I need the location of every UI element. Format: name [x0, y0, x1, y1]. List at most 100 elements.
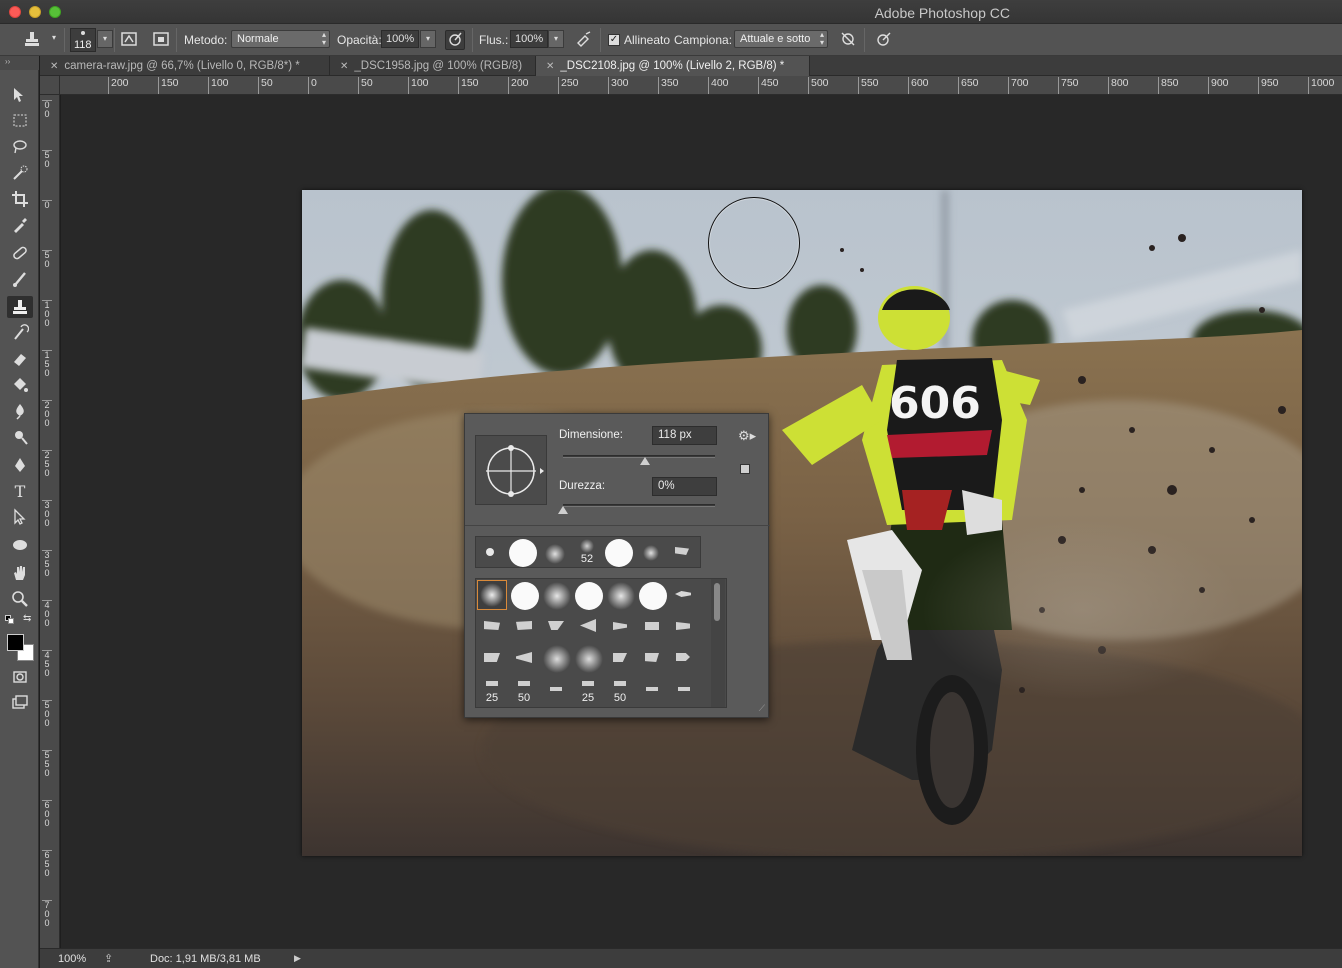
- brush-tip[interactable]: [676, 653, 690, 661]
- brush-tip[interactable]: [605, 539, 633, 567]
- brush-preset-dropdown[interactable]: ▾: [97, 30, 113, 48]
- brush-tip[interactable]: [675, 591, 691, 597]
- crop-tool-icon[interactable]: [7, 188, 33, 210]
- document-image[interactable]: 606: [302, 190, 1302, 856]
- brush-tip[interactable]: [607, 582, 635, 610]
- brush-tip[interactable]: [645, 622, 659, 630]
- path-selection-tool-icon[interactable]: [7, 506, 33, 528]
- campiona-select[interactable]: Attuale e sotto ▴ ▾: [734, 30, 828, 48]
- brush-tip[interactable]: [582, 681, 594, 686]
- brush-tip[interactable]: [484, 653, 500, 662]
- ellipse-tool-icon[interactable]: [7, 534, 33, 556]
- toggle-brush-panel-icon[interactable]: [119, 30, 139, 50]
- brush-tip[interactable]: [518, 681, 530, 686]
- horizontal-ruler[interactable]: 200 150 100 50 0 50 100 150 200 250 300 350 400 450 50…: [60, 76, 1342, 95]
- clone-stamp-tool-icon[interactable]: [7, 296, 33, 318]
- share-icon[interactable]: ⇪: [104, 952, 113, 965]
- brush-tip[interactable]: [613, 653, 627, 662]
- brush-tip[interactable]: [614, 681, 626, 686]
- brush-tip[interactable]: [486, 548, 494, 556]
- pressure-opacity-icon[interactable]: [445, 30, 465, 50]
- brush-tip[interactable]: [580, 539, 594, 553]
- size-slider-thumb[interactable]: [640, 457, 651, 465]
- flusso-slider-button[interactable]: ▾: [548, 30, 564, 48]
- gear-icon[interactable]: ⚙▸: [738, 428, 756, 444]
- foreground-color-swatch[interactable]: [7, 634, 24, 651]
- pen-tool-icon[interactable]: [7, 454, 33, 476]
- hand-tool-icon[interactable]: [7, 562, 33, 584]
- brush-tip[interactable]: [516, 621, 532, 630]
- history-brush-tool-icon[interactable]: [7, 322, 33, 344]
- brush-tip[interactable]: [645, 653, 659, 662]
- tool-preset-dropdown[interactable]: ▾: [46, 30, 62, 48]
- document-size[interactable]: Doc: 1,91 MB/3,81 MB: [150, 953, 261, 965]
- zoom-tool-icon[interactable]: [7, 588, 33, 610]
- screen-mode-icon[interactable]: [7, 692, 33, 714]
- size-field[interactable]: 118 px: [652, 426, 717, 445]
- opacita-slider-button[interactable]: ▾: [420, 30, 436, 48]
- scrollbar-thumb[interactable]: [714, 583, 720, 621]
- brush-tool-icon[interactable]: [7, 268, 33, 290]
- brush-tip[interactable]: [486, 681, 498, 686]
- brush-tip[interactable]: [545, 544, 565, 564]
- close-icon[interactable]: ✕: [340, 61, 348, 72]
- dodge-tool-icon[interactable]: [7, 426, 33, 448]
- brush-tip[interactable]: [639, 582, 667, 610]
- ignore-adjustment-layers-icon[interactable]: [838, 30, 858, 50]
- brush-tip[interactable]: [516, 652, 532, 663]
- size-slider-track[interactable]: [563, 455, 715, 458]
- metodo-select[interactable]: Normale ▴ ▾: [231, 30, 330, 48]
- brush-tip[interactable]: [548, 621, 564, 630]
- new-preset-icon[interactable]: [740, 464, 750, 474]
- brush-angle-preview[interactable]: [475, 435, 547, 505]
- healing-brush-tool-icon[interactable]: [7, 242, 33, 264]
- flusso-field[interactable]: 100%: [510, 30, 548, 48]
- hardness-slider-thumb[interactable]: [558, 506, 568, 514]
- eraser-tool-icon[interactable]: [7, 348, 33, 370]
- tab-dsc2108[interactable]: ✕ _DSC2108.jpg @ 100% (Livello 2, RGB/8) …: [536, 56, 810, 76]
- brush-tip[interactable]: [543, 645, 571, 673]
- brush-tip[interactable]: [643, 545, 659, 561]
- resize-grip-icon[interactable]: ⟋: [759, 703, 765, 714]
- quick-selection-tool-icon[interactable]: [7, 162, 33, 184]
- toggle-clone-source-panel-icon[interactable]: [151, 30, 171, 50]
- brush-tip[interactable]: [676, 622, 690, 630]
- window-close-button[interactable]: [9, 6, 21, 18]
- vertical-ruler[interactable]: 0050050100150200250300350400450500550600…: [40, 95, 60, 948]
- close-icon[interactable]: ✕: [546, 61, 554, 72]
- type-tool-icon[interactable]: T: [7, 480, 33, 502]
- tab-dsc1958[interactable]: ✕ _DSC1958.jpg @ 100% (RGB/8): [330, 56, 536, 76]
- zoom-level[interactable]: 100%: [58, 953, 86, 965]
- airbrush-icon[interactable]: [574, 30, 594, 50]
- clone-stamp-tool-preset-icon[interactable]: [22, 30, 42, 50]
- lasso-tool-icon[interactable]: [7, 136, 33, 158]
- eyedropper-tool-icon[interactable]: [7, 214, 33, 236]
- window-minimize-button[interactable]: [29, 6, 41, 18]
- hardness-slider-track[interactable]: [563, 504, 715, 507]
- move-tool-icon[interactable]: [7, 84, 33, 106]
- pressure-size-icon[interactable]: [874, 30, 894, 50]
- window-maximize-button[interactable]: [49, 6, 61, 18]
- paint-bucket-tool-icon[interactable]: [7, 374, 33, 396]
- brush-tip[interactable]: [646, 687, 658, 691]
- hardness-field[interactable]: 0%: [652, 477, 717, 496]
- brush-preset-picker[interactable]: 118: [70, 28, 96, 52]
- brush-tip[interactable]: [675, 547, 689, 555]
- brush-tip[interactable]: [511, 582, 539, 610]
- tab-camera-raw[interactable]: ✕ camera-raw.jpg @ 66,7% (Livello 0, RGB/…: [40, 56, 330, 76]
- brush-tip[interactable]: [550, 687, 562, 691]
- allineato-checkbox[interactable]: ✓ Allineato: [608, 24, 670, 56]
- blur-tool-icon[interactable]: [7, 400, 33, 422]
- marquee-tool-icon[interactable]: [7, 110, 33, 132]
- quick-mask-icon[interactable]: [7, 666, 33, 688]
- brush-tip[interactable]: [613, 622, 627, 630]
- brush-tip[interactable]: [580, 619, 596, 632]
- brush-tip[interactable]: [575, 645, 603, 673]
- toolbox-collapse-icon[interactable]: ››: [0, 56, 39, 70]
- brush-grid-scrollbar[interactable]: [711, 579, 725, 707]
- swap-colors-icon[interactable]: ⇆: [23, 613, 31, 624]
- brush-tip[interactable]: [575, 582, 603, 610]
- close-icon[interactable]: ✕: [50, 61, 58, 72]
- brush-tip[interactable]: [543, 582, 571, 610]
- status-menu-arrow-icon[interactable]: ▶: [294, 953, 301, 964]
